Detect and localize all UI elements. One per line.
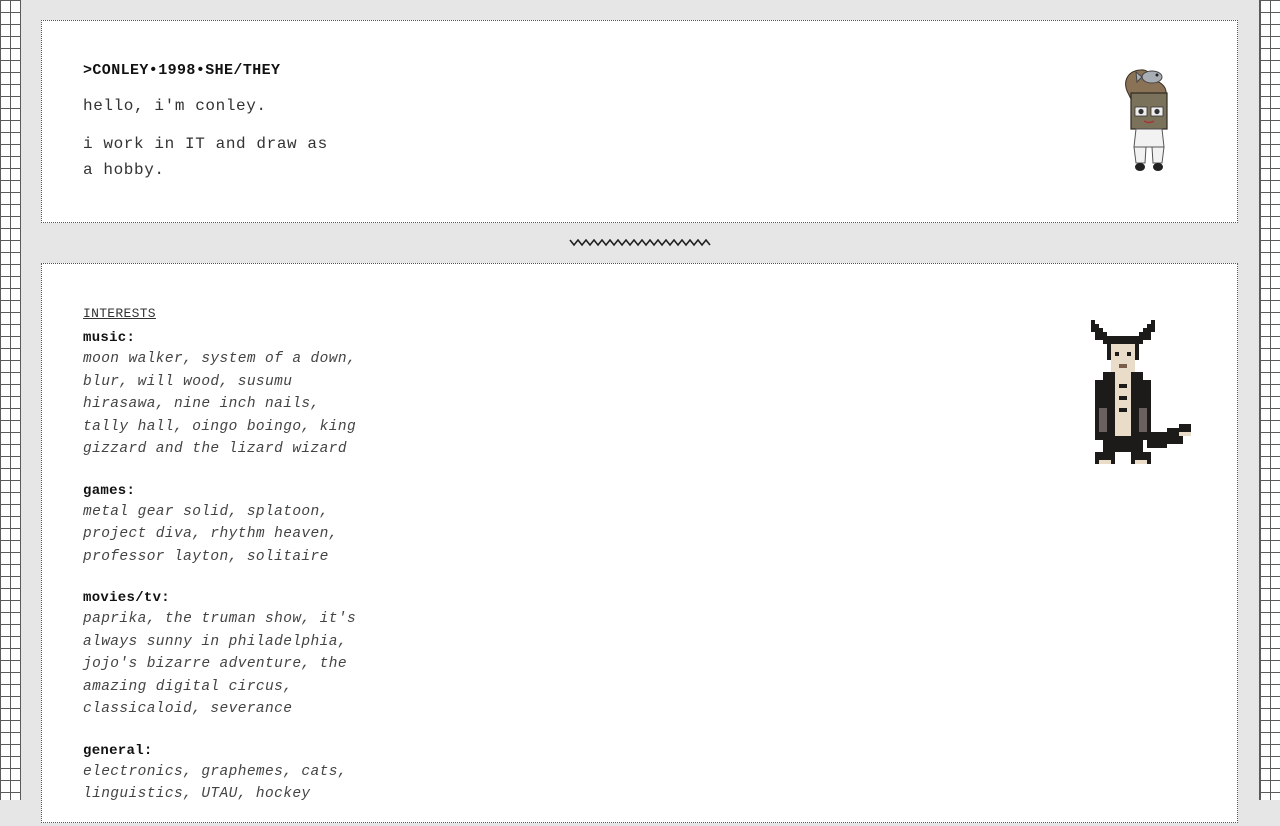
category-items: moon walker, system of a down, blur, wil… [83, 351, 357, 457]
interests-card: INTERESTS music: moon walker, system of … [41, 263, 1238, 823]
category-label: movies/tv: [83, 590, 171, 606]
pixel-creature-icon [1091, 320, 1191, 464]
category-label: general: [83, 742, 153, 759]
profile-heading: >CONLEY•1998•SHE/THEY [83, 62, 281, 79]
category-label: games: [83, 482, 136, 499]
interest-category-general: general: electronics, graphemes, cats, l… [83, 741, 373, 806]
interest-category-music: music: moon walker, system of a down, bl… [83, 328, 373, 461]
category-items: metal gear solid, splatoon, project diva… [83, 503, 338, 565]
interest-category-movies-tv: movies/tv: paprika, the truman show, it'… [83, 588, 373, 721]
category-items: paprika, the truman show, it's always su… [83, 611, 357, 717]
chibi-avatar-icon [1125, 69, 1168, 171]
profile-card: >CONLEY•1998•SHE/THEY hello, i'm conley.… [41, 20, 1238, 223]
interests-title: INTERESTS [83, 306, 156, 321]
category-items: electronics, graphemes, cats, linguistic… [83, 763, 347, 803]
grid-border-left [0, 0, 21, 800]
interest-category-games: games: metal gear solid, splatoon, proje… [83, 481, 373, 569]
greeting-text: hello, i'm conley. [83, 97, 267, 115]
grid-border-right [1259, 0, 1280, 800]
bio-text: i work in IT and draw as a hobby. [83, 135, 328, 179]
zigzag-divider-icon [569, 238, 711, 247]
interests-section: INTERESTS music: moon walker, system of … [83, 306, 373, 826]
category-label: music: [83, 330, 136, 346]
